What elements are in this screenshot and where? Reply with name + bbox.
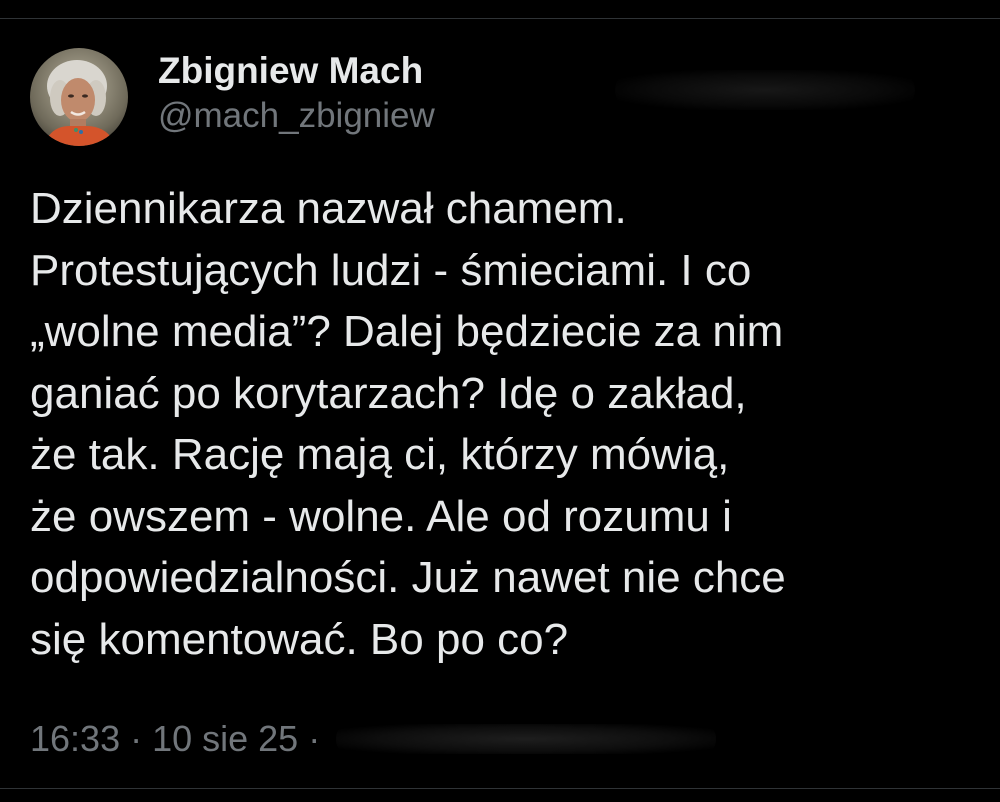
meta-separator: · <box>130 718 143 759</box>
tweet-text: Dziennikarza nazwał chamem. Protestujący… <box>30 184 786 664</box>
tweet-date[interactable]: 10 sie 25 <box>152 716 298 762</box>
display-name[interactable]: Zbigniew Mach <box>158 49 435 93</box>
tweet-header: Zbigniew Mach @mach_zbigniew <box>30 48 435 146</box>
user-info: Zbigniew Mach @mach_zbigniew <box>158 49 435 139</box>
blurred-region <box>336 724 717 754</box>
tweet-time[interactable]: 16:33 <box>30 716 120 762</box>
tweet-meta: 16:33 · 10 sie 25 · <box>30 716 717 762</box>
top-divider <box>0 18 1000 19</box>
meta-separator-2: · <box>308 718 321 759</box>
blurred-region <box>615 70 915 110</box>
bottom-divider <box>0 788 1000 789</box>
profile-photo-icon <box>30 48 128 146</box>
username-handle[interactable]: @mach_zbigniew <box>158 93 435 139</box>
avatar[interactable] <box>30 48 128 146</box>
